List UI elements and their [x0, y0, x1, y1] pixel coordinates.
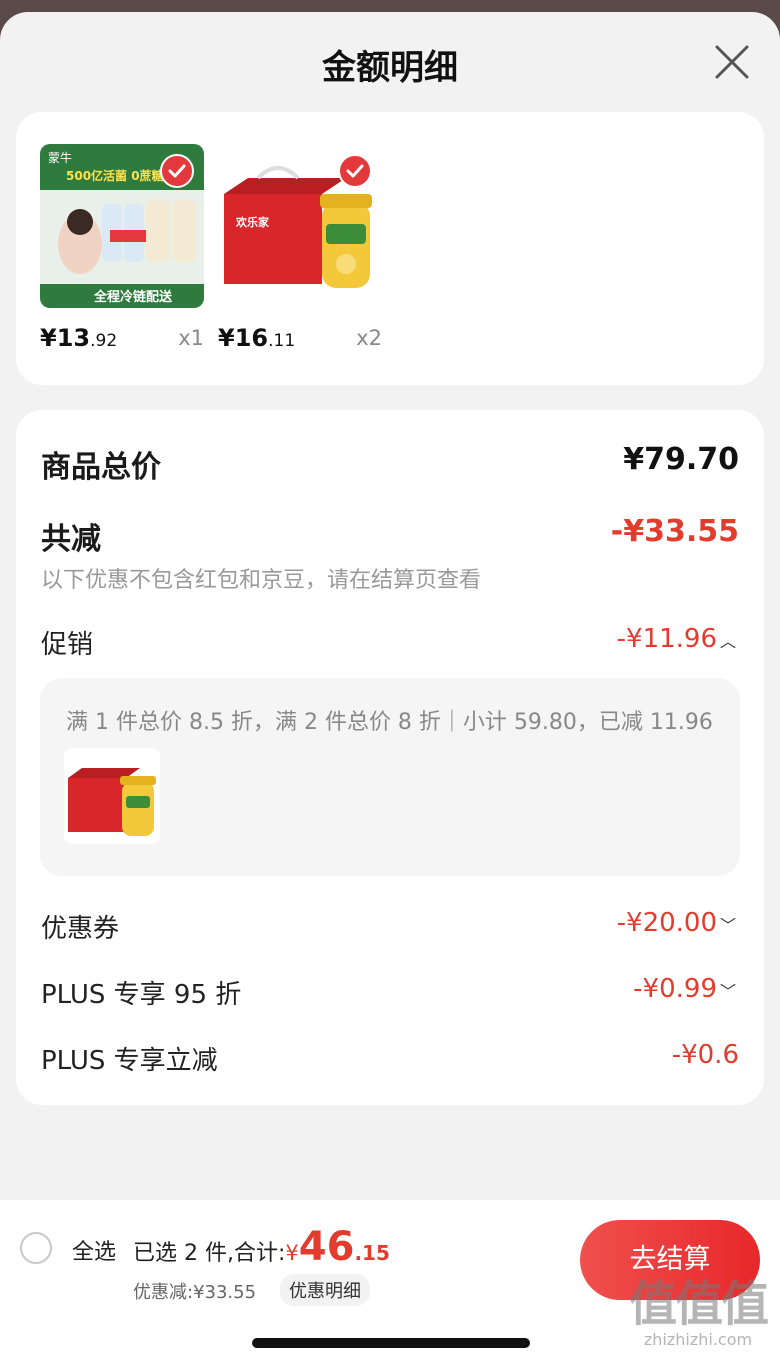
discount-label: 共减: [41, 522, 101, 557]
chevron-up-icon: ︿: [719, 631, 736, 651]
product-brand-text: 欢乐家: [235, 215, 270, 229]
plus-95-label: PLUS 专享 95 折: [41, 980, 242, 1010]
product-quantity: x1: [178, 326, 204, 350]
promo-value: -¥11.96: [616, 624, 717, 654]
checkmark-icon[interactable]: [338, 154, 372, 188]
select-all-label[interactable]: 全选: [72, 1234, 116, 1266]
price-detail-card: 商品总价 ¥79.70 共减 -¥33.55 以下优惠不包含红包和京豆，请在结算…: [16, 410, 764, 1105]
promo-label: 促销: [41, 630, 94, 660]
discount-hint: 以下优惠不包含红包和京豆，请在结算页查看: [41, 568, 482, 593]
plus-off-label: PLUS 专享立减: [41, 1046, 218, 1076]
home-indicator: [252, 1338, 530, 1348]
watermark-logo: 值值值 zhizhizhi.com: [628, 1276, 769, 1349]
checkmark-icon[interactable]: [160, 154, 194, 188]
plus-off-value: -¥0.6: [671, 1040, 739, 1070]
saved-amount: 优惠减:¥33.55: [133, 1282, 257, 1303]
promo-product-image: [64, 748, 160, 844]
discount-detail-link[interactable]: 优惠明细: [280, 1274, 370, 1306]
product-brand-text: 蒙牛: [48, 150, 72, 165]
close-icon[interactable]: [714, 44, 750, 80]
promo-value-wrap: -¥11.96 ︿: [617, 624, 739, 654]
currency-symbol: ¥: [285, 1241, 299, 1265]
products-card: 蒙牛 500亿活菌 0蔗糖0脂 全程冷链配送 ¥13.92 x1 欢乐家 ¥16…: [16, 112, 764, 385]
product-item[interactable]: 蒙牛 500亿活菌 0蔗糖0脂 全程冷链配送 ¥13.92 x1: [40, 144, 204, 352]
sheet-header: 金额明细: [0, 12, 780, 112]
subtotal-label: 商品总价: [41, 450, 161, 485]
product-price: ¥13.92: [40, 324, 118, 352]
product-image-yogurt: 蒙牛 500亿活菌 0蔗糖0脂 全程冷链配送: [40, 144, 204, 308]
watermark-glyphs: 值值值: [628, 1276, 769, 1332]
product-price: ¥16.11: [218, 324, 296, 352]
amount-detail-sheet: 金额明细 蒙牛 500亿活菌 0蔗糖0脂 全程冷链配送 ¥13.92 x1 欢乐…: [0, 12, 780, 1364]
chevron-down-icon: ﹀: [719, 981, 736, 1001]
coupon-label: 优惠券: [41, 914, 120, 944]
coupon-value-wrap: -¥20.00 ﹀: [617, 908, 739, 938]
product-strip-text: 全程冷链配送: [93, 289, 173, 305]
chevron-down-icon: ﹀: [719, 915, 736, 935]
product-quantity: x2: [356, 326, 382, 350]
total-summary: 已选 2 件,合计:¥46.15: [133, 1224, 390, 1270]
watermark-url: zhizhizhi.com: [643, 1330, 753, 1349]
plus-95-value-wrap: -¥0.99 ﹀: [633, 974, 739, 1004]
plus-95-value: -¥0.99: [633, 974, 717, 1004]
product-item[interactable]: 欢乐家 ¥16.11 x2: [218, 144, 382, 352]
promo-description: 满 1 件总价 8.5 折，满 2 件总价 8 折｜小计 59.80，已减 11…: [66, 710, 713, 735]
product-image-fruit-jar: 欢乐家: [218, 144, 382, 308]
summary-prefix: 已选 2 件,合计:: [133, 1241, 286, 1266]
discount-value: -¥33.55: [610, 514, 739, 549]
select-all-radio[interactable]: [20, 1232, 52, 1264]
coupon-value: -¥20.00: [616, 908, 717, 938]
total-integer: 46: [298, 1224, 355, 1270]
total-decimal: .15: [354, 1241, 390, 1265]
promo-detail-box: 满 1 件总价 8.5 折，满 2 件总价 8 折｜小计 59.80，已减 11…: [40, 678, 740, 876]
subtotal-value: ¥79.70: [623, 442, 739, 477]
sheet-title: 金额明细: [322, 48, 458, 88]
